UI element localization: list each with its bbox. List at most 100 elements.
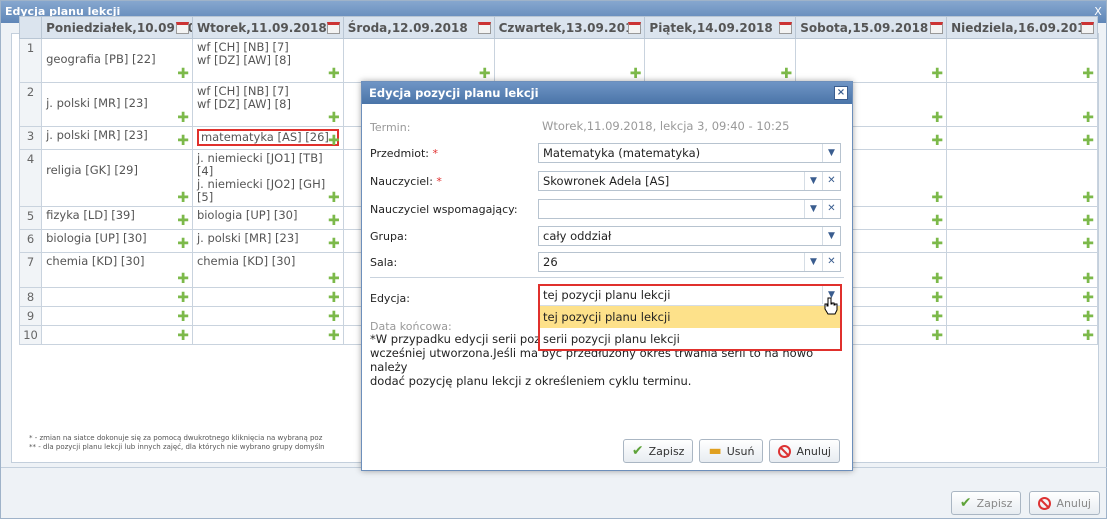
add-lesson-icon[interactable]: ✚ — [931, 272, 943, 286]
day-header-wednesday[interactable]: Środa,12.09.2018 — [342, 16, 495, 39]
clear-icon[interactable]: ✕ — [822, 172, 840, 190]
lesson-cell[interactable]: ✚ — [493, 38, 646, 83]
lesson-cell[interactable]: ✚ — [41, 287, 193, 307]
outer-cancel-button[interactable]: Anuluj — [1029, 491, 1100, 515]
chevron-down-icon[interactable]: ▼ — [822, 227, 840, 245]
calendar-icon[interactable] — [779, 22, 793, 34]
add-lesson-icon[interactable]: ✚ — [328, 214, 340, 228]
lesson-cell[interactable]: j. polski [MR] [23] ✚ — [41, 82, 193, 127]
edit-option-series[interactable]: serii pozycji planu lekcji — [540, 328, 840, 350]
add-lesson-icon[interactable]: ✚ — [931, 291, 943, 305]
lesson-cell[interactable]: ✚ — [946, 252, 1098, 288]
chevron-down-icon[interactable]: ▼ — [804, 253, 822, 271]
day-header-tuesday[interactable]: Wtorek,11.09.2018 — [191, 16, 344, 39]
add-lesson-icon[interactable]: ✚ — [177, 191, 189, 205]
room-select[interactable]: 26 ▼ ✕ — [538, 252, 841, 272]
add-lesson-icon[interactable]: ✚ — [931, 191, 943, 205]
lesson-cell[interactable]: wf [CH] [NB] [7] wf [DZ] [AW] [8] ✚ — [191, 82, 344, 127]
add-lesson-icon[interactable]: ✚ — [931, 134, 943, 148]
add-lesson-icon[interactable]: ✚ — [781, 67, 793, 81]
lesson-cell[interactable]: ✚ — [41, 325, 193, 345]
add-lesson-icon[interactable]: ✚ — [328, 291, 340, 305]
lesson-cell[interactable]: biologia [UP] [30] ✚ — [41, 229, 193, 253]
add-lesson-icon[interactable]: ✚ — [177, 67, 189, 81]
group-select[interactable]: cały oddział ▼ — [538, 226, 841, 246]
add-lesson-icon[interactable]: ✚ — [931, 111, 943, 125]
add-lesson-icon[interactable]: ✚ — [1082, 310, 1094, 324]
add-lesson-icon[interactable]: ✚ — [1082, 191, 1094, 205]
add-lesson-icon[interactable]: ✚ — [931, 329, 943, 343]
lesson-cell[interactable]: religia [GK] [29] ✚ — [41, 149, 193, 207]
dialog-delete-button[interactable]: ▬ Usuń — [699, 439, 764, 463]
calendar-icon[interactable] — [930, 22, 944, 34]
day-header-friday[interactable]: Piątek,14.09.2018 — [644, 16, 797, 39]
dialog-close-icon[interactable]: × — [834, 86, 848, 100]
lesson-cell[interactable]: ✚ — [795, 38, 948, 83]
outer-save-button[interactable]: ✔ Zapisz — [950, 491, 1022, 515]
calendar-icon[interactable] — [628, 22, 642, 34]
lesson-cell[interactable]: ✚ — [644, 38, 797, 83]
day-header-sunday[interactable]: Niedziela,16.09.2018 — [946, 16, 1098, 39]
add-lesson-icon[interactable]: ✚ — [177, 237, 189, 251]
lesson-cell[interactable]: j. polski [MR] [23] ✚ — [41, 126, 193, 150]
lesson-cell[interactable]: ✚ — [41, 306, 193, 326]
lesson-cell[interactable]: ✚ — [946, 38, 1098, 83]
day-header-saturday[interactable]: Sobota,15.09.2018 — [795, 16, 948, 39]
add-lesson-icon[interactable]: ✚ — [177, 134, 189, 148]
lesson-cell[interactable]: chemia [KD] [30] ✚ — [41, 252, 193, 288]
lesson-cell[interactable]: ✚ — [191, 325, 344, 345]
add-lesson-icon[interactable]: ✚ — [931, 310, 943, 324]
add-lesson-icon[interactable]: ✚ — [328, 111, 340, 125]
lesson-cell[interactable]: ✚ — [946, 206, 1098, 230]
day-header-monday[interactable]: Poniedziałek,10.09.2018 — [41, 16, 193, 39]
add-lesson-icon[interactable]: ✚ — [177, 291, 189, 305]
add-lesson-icon[interactable]: ✚ — [328, 191, 340, 205]
add-lesson-icon[interactable]: ✚ — [931, 67, 943, 81]
chevron-down-icon[interactable]: ▼ — [804, 172, 822, 190]
add-lesson-icon[interactable]: ✚ — [1082, 134, 1094, 148]
calendar-icon[interactable] — [1081, 22, 1094, 34]
add-lesson-icon[interactable]: ✚ — [931, 237, 943, 251]
dialog-cancel-button[interactable]: Anuluj — [769, 439, 840, 463]
chevron-down-icon[interactable]: ▼ — [804, 200, 822, 218]
add-lesson-icon[interactable]: ✚ — [630, 67, 642, 81]
add-lesson-icon[interactable]: ✚ — [328, 272, 340, 286]
add-lesson-icon[interactable]: ✚ — [328, 134, 340, 148]
add-lesson-icon[interactable]: ✚ — [479, 67, 491, 81]
lesson-cell[interactable]: fizyka [LD] [39] ✚ — [41, 206, 193, 230]
teacher-select[interactable]: Skowronek Adela [AS] ▼ ✕ — [538, 171, 841, 191]
add-lesson-icon[interactable]: ✚ — [1082, 237, 1094, 251]
add-lesson-icon[interactable]: ✚ — [328, 237, 340, 251]
lesson-cell[interactable]: ✚ — [946, 126, 1098, 150]
add-lesson-icon[interactable]: ✚ — [328, 329, 340, 343]
add-lesson-icon[interactable]: ✚ — [1082, 111, 1094, 125]
calendar-icon[interactable] — [175, 22, 189, 34]
add-lesson-icon[interactable]: ✚ — [177, 310, 189, 324]
lesson-cell[interactable]: matematyka [AS] [26] ✚ — [191, 126, 344, 150]
lesson-cell[interactable]: geografia [PB] [22] ✚ — [41, 38, 193, 83]
add-lesson-icon[interactable]: ✚ — [177, 214, 189, 228]
clear-icon[interactable]: ✕ — [822, 253, 840, 271]
lesson-cell[interactable]: ✚ — [946, 306, 1098, 326]
edit-mode-select[interactable]: tej pozycji planu lekcji ▼ — [540, 286, 840, 306]
day-header-thursday[interactable]: Czwartek,13.09.2018 — [493, 16, 646, 39]
lesson-cell[interactable]: ✚ — [191, 287, 344, 307]
chevron-down-icon[interactable]: ▼ — [822, 144, 840, 162]
subject-select[interactable]: Matematyka (matematyka) ▼ — [538, 143, 841, 163]
add-lesson-icon[interactable]: ✚ — [1082, 329, 1094, 343]
assistant-select[interactable]: ▼ ✕ — [538, 199, 841, 219]
lesson-cell[interactable]: ✚ — [342, 38, 495, 83]
lesson-cell[interactable]: j. niemiecki [JO1] [TB] [4] j. niemiecki… — [191, 149, 344, 207]
edit-mode-dropdown[interactable]: tej pozycji planu lekcji ▼ tej pozycji p… — [538, 284, 842, 351]
lesson-cell[interactable]: ✚ — [946, 82, 1098, 127]
edit-option-this[interactable]: tej pozycji planu lekcji — [540, 306, 840, 328]
lesson-cell[interactable]: wf [CH] [NB] [7] wf [DZ] [AW] [8] ✚ — [191, 38, 344, 83]
add-lesson-icon[interactable]: ✚ — [931, 214, 943, 228]
add-lesson-icon[interactable]: ✚ — [1082, 272, 1094, 286]
dialog-save-button[interactable]: ✔ Zapisz — [622, 439, 694, 463]
lesson-cell[interactable]: chemia [KD] [30] ✚ — [191, 252, 344, 288]
lesson-cell[interactable]: ✚ — [946, 149, 1098, 207]
lesson-cell[interactable]: ✚ — [946, 287, 1098, 307]
add-lesson-icon[interactable]: ✚ — [1082, 291, 1094, 305]
add-lesson-icon[interactable]: ✚ — [177, 329, 189, 343]
